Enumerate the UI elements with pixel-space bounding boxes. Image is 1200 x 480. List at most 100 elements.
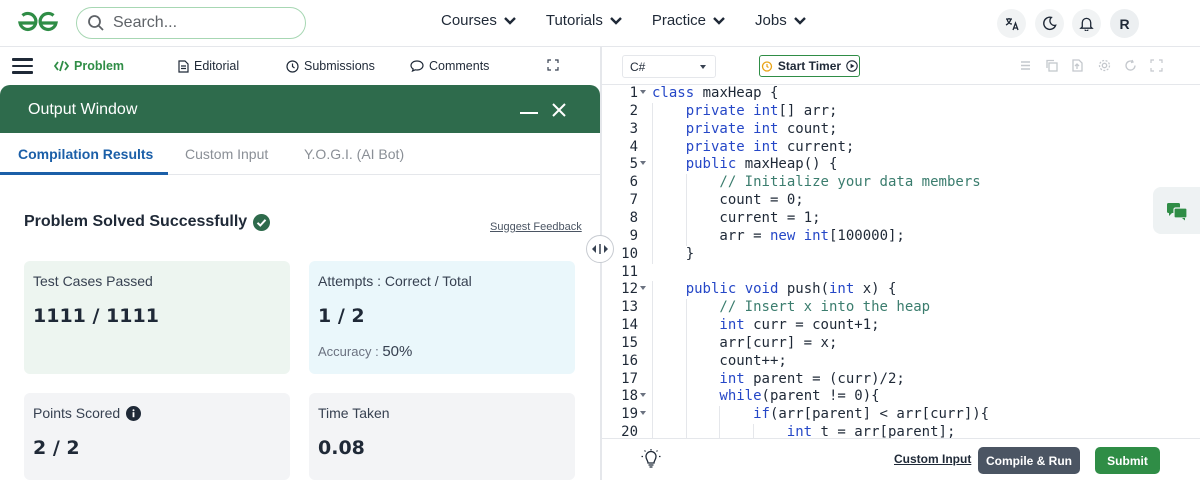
fullscreen-icon[interactable]	[547, 59, 559, 71]
copy-icon[interactable]	[1045, 59, 1058, 72]
fold-arrow-icon[interactable]	[640, 393, 646, 398]
fullscreen-icon[interactable]	[1150, 59, 1163, 72]
start-timer-button[interactable]: Start Timer	[759, 55, 860, 77]
line-number: 16	[621, 352, 638, 369]
indent-guide	[652, 317, 653, 336]
play-icon	[846, 60, 858, 72]
language-select[interactable]: C#	[622, 55, 716, 78]
accuracy-value: 50%	[382, 343, 413, 360]
line-number: 3	[629, 120, 638, 137]
nav-tutorials[interactable]: Tutorials	[546, 12, 622, 29]
comment-icon	[410, 60, 424, 72]
tab-submissions[interactable]: Submissions	[286, 59, 375, 73]
line-number: 19	[621, 406, 638, 423]
code-line: 12 public void push(int x) {	[602, 281, 1200, 300]
tests-passed-card: Test Cases Passed 1111 / 1111	[24, 261, 290, 374]
tab-problem[interactable]: Problem	[54, 59, 124, 73]
code-text: arr = new int[100000];	[719, 227, 905, 244]
search-box[interactable]	[76, 7, 306, 39]
info-icon[interactable]	[126, 405, 142, 421]
indent-guide	[685, 370, 687, 389]
indent-guide	[652, 209, 653, 228]
output-window-title: Output Window	[28, 101, 138, 118]
indent-guide	[652, 334, 653, 353]
code-editor[interactable]: 1 class maxHeap {2 private int[] arr; 3 priv…	[602, 85, 1200, 438]
code-text: count = 0;	[719, 192, 804, 209]
indent-guide	[652, 370, 653, 389]
fold-arrow-icon[interactable]	[640, 90, 646, 94]
indent-guide	[652, 120, 653, 139]
nav-jobs[interactable]: Jobs	[755, 12, 806, 29]
tab-comments[interactable]: Comments	[410, 59, 489, 73]
line-number: 20	[621, 424, 638, 438]
settings-gear-icon[interactable]	[1098, 59, 1111, 72]
code-line: 8 current = 1;	[602, 209, 1200, 228]
tab-custom-input[interactable]: Custom Input	[185, 146, 268, 162]
line-number: 12	[621, 281, 638, 298]
chat-button[interactable]	[1153, 187, 1200, 234]
translate-button[interactable]	[997, 9, 1026, 38]
indent-guide	[652, 156, 653, 175]
menu-icon[interactable]	[12, 58, 33, 74]
custom-input-link[interactable]: Custom Input	[894, 452, 971, 466]
code-line: 6 // Initialize your data members	[602, 174, 1200, 193]
fold-arrow-icon[interactable]	[640, 161, 646, 166]
search-icon	[88, 15, 104, 31]
theme-toggle-button[interactable]	[1035, 9, 1064, 38]
suggest-feedback-link[interactable]: Suggest Feedback	[490, 221, 582, 233]
editor-footer: Custom Input Compile & Run Submit	[602, 438, 1200, 480]
close-icon[interactable]	[551, 102, 567, 118]
code-line: 7 count = 0;	[602, 192, 1200, 211]
code-text: public maxHeap() {	[685, 156, 838, 173]
code-line: 1 class maxHeap {	[602, 85, 1200, 103]
user-avatar[interactable]: R	[1110, 9, 1139, 38]
avatar-letter: R	[1119, 15, 1130, 32]
code-text: current = 1;	[719, 209, 821, 226]
line-number: 18	[621, 388, 638, 405]
fold-arrow-icon[interactable]	[640, 286, 646, 291]
result-title-text: Problem Solved Successfully	[24, 213, 248, 230]
search-input[interactable]	[113, 12, 293, 34]
code-line: 9 arr = new int[100000];	[602, 227, 1200, 246]
tab-compilation-results[interactable]: Compilation Results	[18, 146, 153, 162]
document-icon	[178, 59, 189, 73]
top-navbar: Courses Tutorials Practice Jobs R	[0, 0, 1200, 47]
fold-arrow-icon[interactable]	[640, 411, 646, 416]
chevron-down-icon	[504, 16, 516, 25]
resize-arrows-icon	[592, 244, 608, 254]
minimize-icon[interactable]	[520, 112, 538, 114]
reset-icon[interactable]	[1124, 59, 1137, 72]
resize-handle[interactable]	[586, 235, 614, 263]
indent-guide	[685, 352, 687, 371]
clock-icon	[286, 59, 299, 73]
result-heading: Problem Solved Successfully	[24, 213, 271, 231]
tests-passed-value: 1111 / 1111	[33, 305, 159, 327]
code-text: }	[685, 245, 695, 262]
nav-practice[interactable]: Practice	[652, 12, 725, 29]
lightbulb-icon[interactable]	[640, 448, 662, 470]
compile-run-button[interactable]: Compile & Run	[978, 447, 1080, 474]
format-icon[interactable]	[1019, 59, 1032, 72]
tab-editorial[interactable]: Editorial	[178, 59, 239, 73]
code-text: private int count;	[685, 120, 838, 137]
tab-label: Editorial	[194, 59, 240, 73]
nav-courses[interactable]: Courses	[441, 12, 516, 29]
upload-file-icon[interactable]	[1071, 59, 1084, 72]
indent-guide	[652, 299, 653, 318]
gfg-logo-icon[interactable]	[18, 11, 58, 35]
submit-button[interactable]: Submit	[1095, 447, 1160, 474]
indent-guide	[685, 388, 687, 407]
indent-guide	[652, 424, 653, 438]
line-number: 15	[621, 334, 638, 351]
code-text: private int[] arr;	[685, 102, 838, 119]
left-panel: Problem Editorial Submissions Comments O…	[0, 47, 600, 480]
code-line: 11	[602, 264, 1200, 282]
line-number: 4	[629, 138, 638, 155]
tab-yogi-ai-bot[interactable]: Y.O.G.I. (AI Bot)	[304, 146, 404, 162]
code-text: count++;	[719, 352, 787, 369]
indent-guide	[685, 174, 687, 193]
code-line: 10}	[602, 245, 1200, 264]
tab-label: Problem	[74, 59, 125, 73]
check-circle-icon	[253, 213, 271, 231]
notifications-button[interactable]	[1072, 9, 1101, 38]
